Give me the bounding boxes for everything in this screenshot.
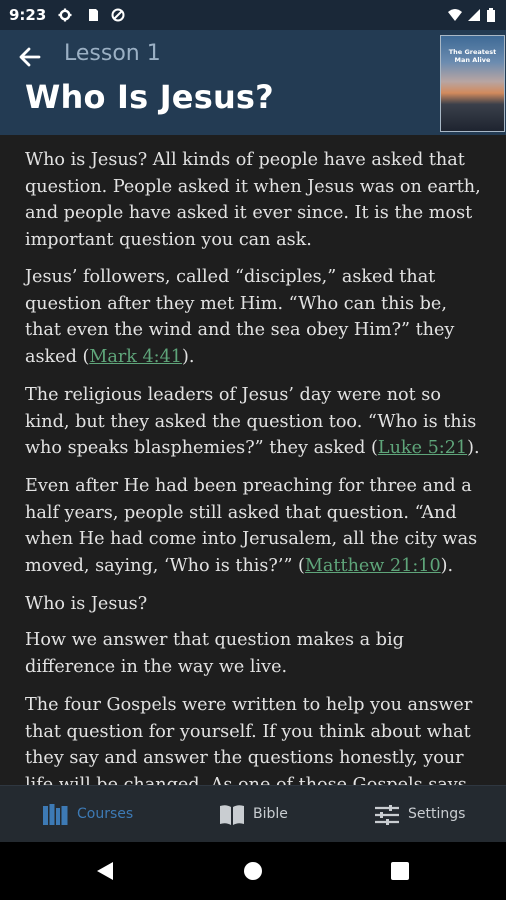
scripture-link-luke-5-21[interactable]: Luke 5:21: [378, 438, 467, 458]
wifi-icon: [448, 9, 462, 21]
nav-label-bible: Bible: [253, 806, 288, 822]
nav-label-settings: Settings: [408, 806, 466, 822]
status-bar: 9:23: [0, 0, 506, 30]
lesson-paragraph: Who is Jesus? All kinds of people have a…: [25, 147, 485, 253]
scripture-link-matthew-21-10[interactable]: Matthew 21:10: [305, 556, 441, 576]
courses-books-icon: [43, 804, 68, 825]
status-time: 9:23: [9, 6, 47, 24]
lesson-paragraph: Even after He had been preaching for thr…: [25, 473, 485, 579]
paragraph-text: The four Gospels were written to help yo…: [25, 695, 473, 785]
nav-item-settings[interactable]: Settings: [338, 786, 506, 843]
book-cover-title: The Greatest Man Alive: [448, 48, 497, 64]
paragraph-text: ).: [440, 555, 454, 576]
paragraph-text: ).: [182, 346, 195, 367]
lesson-paragraph: How we answer that question makes a big …: [25, 627, 485, 680]
nav-label-courses: Courses: [77, 806, 134, 822]
lesson-label: Lesson 1: [64, 41, 161, 66]
back-arrow-icon[interactable]: [17, 44, 43, 70]
settings-sliders-icon: [375, 805, 399, 825]
settings-gear-icon: [58, 8, 72, 22]
bottom-navigation: Courses Bible Settings: [0, 785, 506, 843]
bible-open-book-icon: [220, 805, 244, 825]
scripture-link-mark-4-41[interactable]: Mark 4:41: [89, 347, 182, 367]
lesson-paragraph: The four Gospels were written to help yo…: [25, 692, 485, 785]
battery-icon: [487, 8, 495, 22]
system-recents-icon[interactable]: [391, 862, 409, 880]
paragraph-text: Who is Jesus?: [25, 594, 148, 614]
signal-icon: [468, 9, 480, 21]
page-title: Who Is Jesus?: [25, 78, 274, 116]
lesson-paragraph: The religious leaders of Jesus’ day were…: [25, 382, 485, 462]
nav-item-courses[interactable]: Courses: [0, 786, 168, 843]
system-home-icon[interactable]: [243, 861, 263, 881]
app-header: Lesson 1 Who Is Jesus? The Greatest Man …: [0, 30, 506, 135]
sd-card-icon: [89, 9, 98, 21]
lesson-content[interactable]: Who is Jesus? All kinds of people have a…: [0, 135, 506, 785]
book-cover-thumbnail[interactable]: The Greatest Man Alive: [440, 35, 505, 132]
paragraph-text: How we answer that question makes a big …: [25, 630, 404, 677]
lesson-paragraph: Who is Jesus?: [25, 591, 485, 618]
system-back-icon[interactable]: [95, 861, 115, 881]
data-saver-icon: [111, 8, 125, 22]
nav-item-bible[interactable]: Bible: [168, 786, 338, 843]
system-navigation-bar: [0, 842, 506, 900]
lesson-paragraph: Jesus’ followers, called “disciples,” as…: [25, 264, 485, 370]
paragraph-text: ).: [467, 438, 480, 459]
paragraph-text: Who is Jesus? All kinds of people have a…: [25, 150, 481, 250]
